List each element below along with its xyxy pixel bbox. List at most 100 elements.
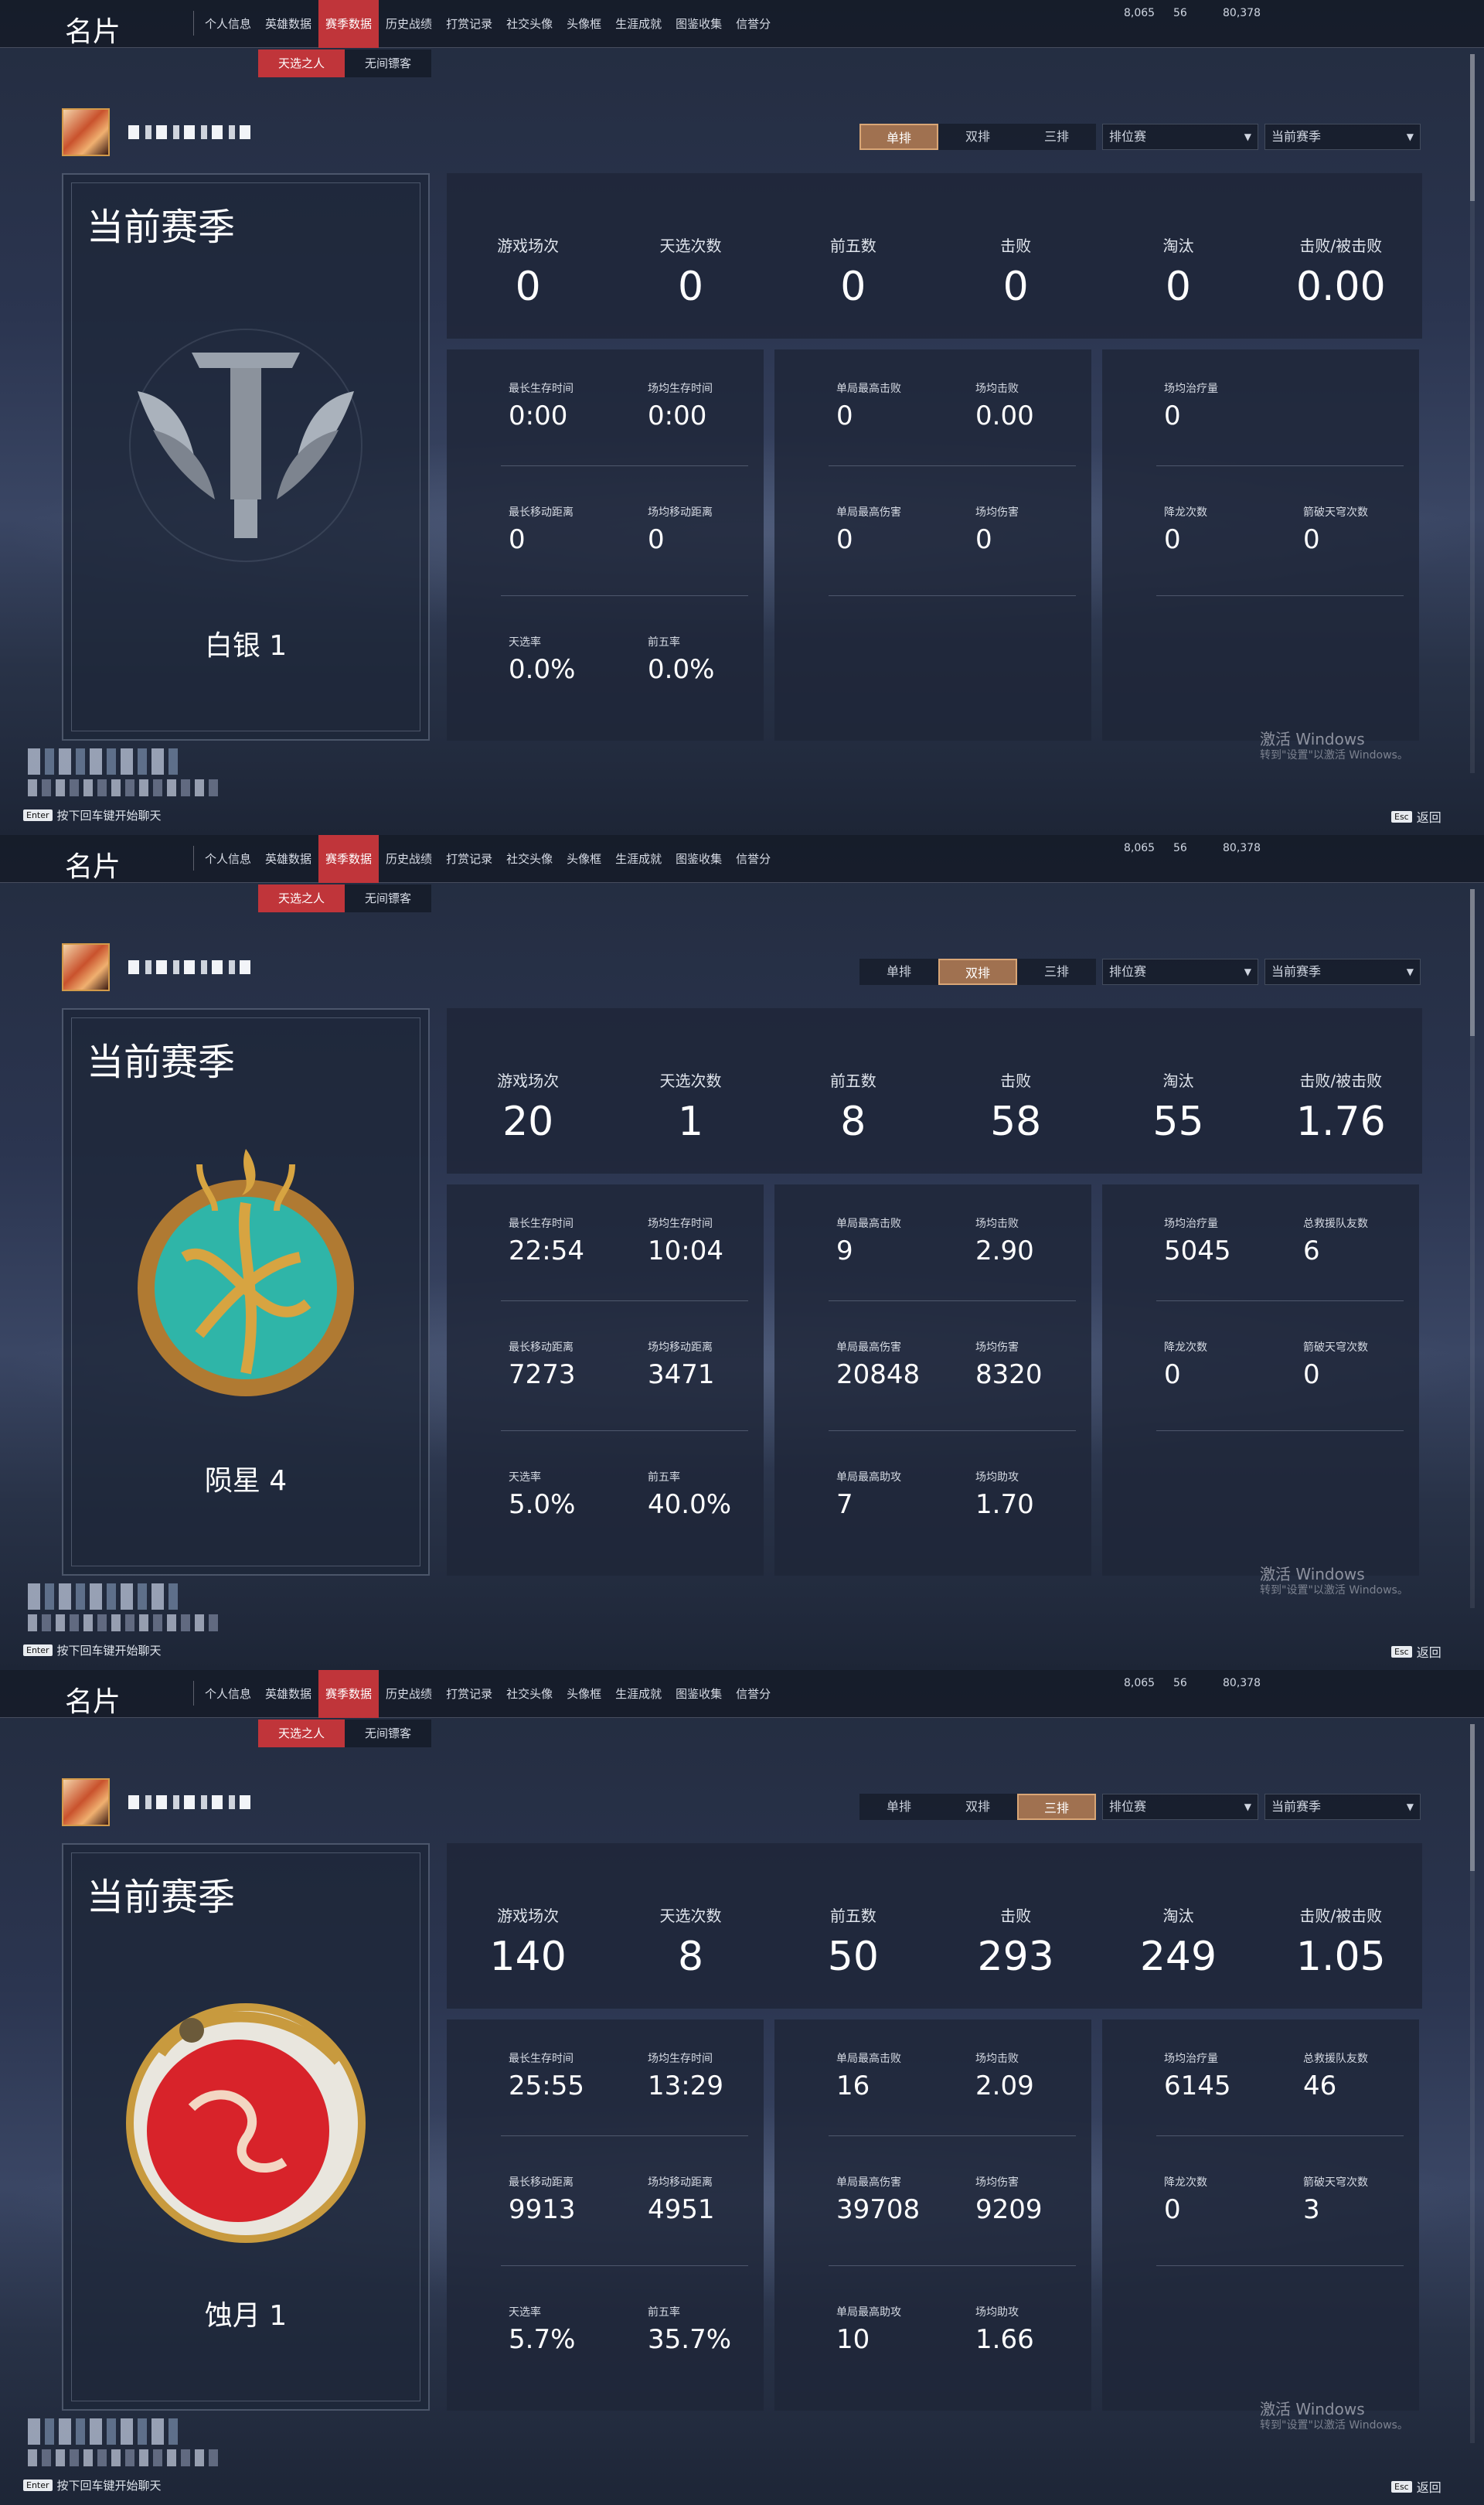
nav-tab[interactable]: 赛季数据: [318, 0, 380, 48]
season-select[interactable]: 当前赛季 ▼: [1264, 124, 1421, 150]
avatar[interactable]: [62, 1778, 110, 1826]
stat-value: 1.05: [1295, 1934, 1386, 1980]
match-type-select[interactable]: 排位赛 ▼: [1102, 124, 1258, 150]
activation-watermark: 激活 Windows: [1260, 1565, 1365, 1583]
subtab[interactable]: 天选之人: [258, 49, 345, 77]
detail-stat: 场均生存时间 13:29: [648, 2050, 779, 2101]
summary-stat: 前五数 0: [772, 173, 934, 339]
detail-stat-value: 20848: [836, 1359, 921, 1390]
nav-tab[interactable]: 信誉分: [729, 0, 778, 48]
nav-tab[interactable]: 生涯成就: [608, 835, 669, 883]
scrollbar-thumb[interactable]: [1470, 54, 1475, 201]
season-select[interactable]: 当前赛季 ▼: [1264, 959, 1421, 985]
nav-tab[interactable]: 个人信息: [198, 1670, 258, 1718]
season-title: 当前赛季: [87, 1876, 236, 1919]
queue-mode-button[interactable]: 双排: [938, 959, 1017, 985]
detail-stat: 总救援队友数 6: [1303, 1215, 1435, 1266]
nav-tab[interactable]: 社交头像: [499, 835, 560, 883]
queue-mode-button[interactable]: 单排: [859, 124, 938, 150]
stat-label: 游戏场次: [497, 237, 560, 255]
detail-stat-label: 场均生存时间: [648, 383, 713, 395]
nav-tab[interactable]: 打赏记录: [439, 1670, 499, 1718]
subtab[interactable]: 天选之人: [258, 1719, 345, 1747]
chevron-down-icon: ▼: [1244, 131, 1251, 142]
nav-tab[interactable]: 个人信息: [198, 0, 258, 48]
nav-tab[interactable]: 头像框: [560, 0, 608, 48]
back-button[interactable]: Esc 返回: [1391, 807, 1441, 826]
nav-tab[interactable]: 头像框: [560, 1670, 608, 1718]
subtab[interactable]: 天选之人: [258, 884, 345, 912]
nav-tab[interactable]: 社交头像: [499, 1670, 560, 1718]
detail-stat-label: 场均击败: [975, 1218, 1019, 1230]
nav-tab[interactable]: 社交头像: [499, 0, 560, 48]
avatar[interactable]: [62, 943, 110, 991]
detail-stat-label: 前五率: [648, 1471, 680, 1484]
nav-tab[interactable]: 头像框: [560, 835, 608, 883]
detail-stat-value: 6: [1303, 1235, 1320, 1266]
detail-stat-label: 最长移动距离: [509, 1341, 574, 1354]
nav-tab[interactable]: 图鉴收集: [669, 0, 729, 48]
scrollbar-thumb[interactable]: [1470, 889, 1475, 1036]
queue-mode-button[interactable]: 三排: [1017, 124, 1096, 150]
queue-mode-button[interactable]: 双排: [938, 124, 1017, 150]
subtab[interactable]: 无间镖客: [345, 1719, 432, 1747]
detail-stat-label: 单局最高伤害: [836, 506, 901, 519]
queue-mode-button[interactable]: 三排: [1017, 959, 1096, 985]
nav-tab[interactable]: 英雄数据: [258, 835, 318, 883]
nav-tab[interactable]: 打赏记录: [439, 0, 499, 48]
queue-mode-button[interactable]: 单排: [859, 959, 938, 985]
queue-mode-button[interactable]: 三排: [1017, 1794, 1096, 1820]
page-title: 名片: [65, 16, 121, 48]
detail-stat-label: 单局最高击败: [836, 2053, 901, 2065]
scrollbar[interactable]: [1470, 1724, 1475, 2443]
summary-stat: 击败/被击败 1.76: [1260, 1008, 1422, 1174]
nav-tab[interactable]: 历史战绩: [379, 0, 439, 48]
activation-watermark-sub: 转到"设置"以激活 Windows。: [1260, 749, 1408, 762]
detail-stat-value: 0.0%: [648, 654, 715, 685]
subtab[interactable]: 无间镖客: [345, 884, 432, 912]
queue-mode-button[interactable]: 双排: [938, 1794, 1017, 1820]
nav-tab[interactable]: 英雄数据: [258, 0, 318, 48]
stat-label: 前五数: [829, 1907, 876, 1925]
avatar[interactable]: [62, 108, 110, 156]
match-type-select[interactable]: 排位赛 ▼: [1102, 959, 1258, 985]
nav-tab[interactable]: 历史战绩: [379, 835, 439, 883]
chevron-down-icon: ▼: [1406, 131, 1414, 142]
stat-value: 1.76: [1295, 1099, 1386, 1145]
nav-tab[interactable]: 赛季数据: [318, 1670, 380, 1718]
nav-tab[interactable]: 信誉分: [729, 835, 778, 883]
detail-stat: 天选率 5.7%: [509, 2304, 640, 2355]
subtab[interactable]: 无间镖客: [345, 49, 432, 77]
detail-stat: 场均生存时间 10:04: [648, 1215, 779, 1266]
currency-value: 80,378: [1223, 842, 1261, 854]
nav-tab[interactable]: 图鉴收集: [669, 835, 729, 883]
detail-stat-value: 3: [1303, 2194, 1320, 2225]
detail-stat-value: 5.7%: [509, 2324, 576, 2355]
detail-stat-label: 箭破天穹次数: [1303, 506, 1368, 519]
queue-mode-button[interactable]: 单排: [859, 1794, 938, 1820]
stat-value: 1: [677, 1099, 704, 1145]
nav-tab[interactable]: 生涯成就: [608, 1670, 669, 1718]
nav-tab[interactable]: 信誉分: [729, 1670, 778, 1718]
scrollbar[interactable]: [1470, 54, 1475, 773]
scrollbar-thumb[interactable]: [1470, 1724, 1475, 1871]
summary-stat: 天选次数 8: [609, 1843, 771, 2009]
nav-tab[interactable]: 打赏记录: [439, 835, 499, 883]
redacted-chat-line: [28, 1614, 221, 1631]
scrollbar[interactable]: [1470, 889, 1475, 1608]
back-button[interactable]: Esc 返回: [1391, 1642, 1441, 1661]
nav-tab[interactable]: 赛季数据: [318, 835, 380, 883]
nav-tab[interactable]: 英雄数据: [258, 1670, 318, 1718]
crossed-swords-icon: [511, 1028, 545, 1062]
match-type-select[interactable]: 排位赛 ▼: [1102, 1794, 1258, 1820]
season-select[interactable]: 当前赛季 ▼: [1264, 1794, 1421, 1820]
nav-tab[interactable]: 生涯成就: [608, 0, 669, 48]
stat-label: 前五数: [829, 1072, 876, 1090]
nav-tab[interactable]: 个人信息: [198, 835, 258, 883]
nav-tab[interactable]: 历史战绩: [379, 1670, 439, 1718]
back-button[interactable]: Esc 返回: [1391, 2477, 1441, 2496]
divider: [829, 465, 1076, 466]
summary-stat: 击败 58: [934, 1008, 1097, 1174]
meteor-rank-emblem: [138, 1149, 354, 1396]
nav-tab[interactable]: 图鉴收集: [669, 1670, 729, 1718]
